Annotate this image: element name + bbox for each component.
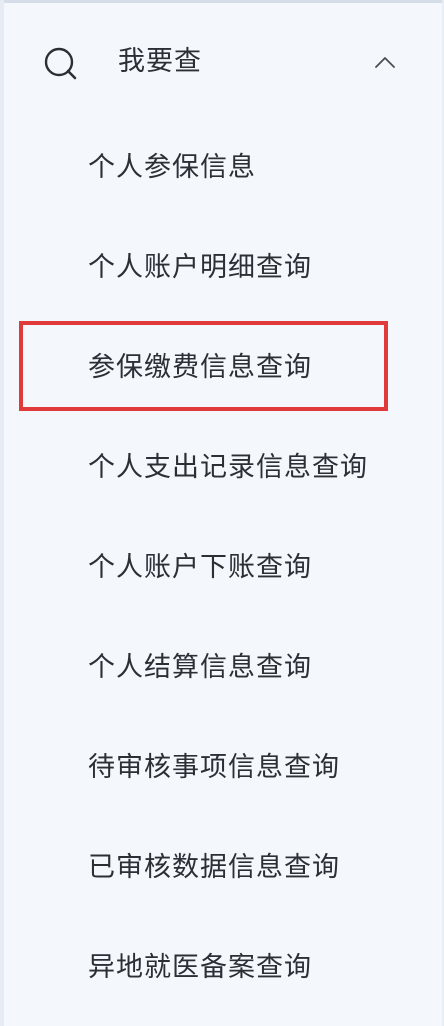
menu-item-settlement-info-query[interactable]: 个人结算信息查询	[0, 638, 444, 698]
chevron-up-icon[interactable]	[374, 55, 396, 69]
menu-item-label: 待审核事项信息查询	[88, 752, 340, 783]
menu-item-pending-review-query[interactable]: 待审核事项信息查询	[0, 738, 444, 798]
menu-item-label: 个人支出记录信息查询	[88, 452, 368, 483]
menu-item-label: 个人结算信息查询	[88, 652, 312, 683]
menu-item-remote-medical-filing-query[interactable]: 异地就医备案查询	[0, 938, 444, 998]
menu-item-label: 异地就医备案查询	[88, 952, 312, 983]
menu-item-reviewed-data-query[interactable]: 已审核数据信息查询	[0, 838, 444, 898]
highlight-annotation-box	[19, 321, 388, 411]
menu-item-label: 个人参保信息	[88, 152, 256, 183]
menu-item-personal-insurance-info[interactable]: 个人参保信息	[0, 138, 444, 198]
menu-item-account-posting-query[interactable]: 个人账户下账查询	[0, 538, 444, 598]
menu-item-expense-record-query[interactable]: 个人支出记录信息查询	[0, 438, 444, 498]
menu-item-label: 已审核数据信息查询	[88, 852, 340, 883]
menu-header-query[interactable]: 我要查	[0, 22, 444, 102]
menu-header-label: 我要查	[118, 46, 202, 77]
search-icon	[44, 47, 77, 80]
menu-item-label: 个人账户明细查询	[88, 252, 312, 283]
menu-item-account-detail-query[interactable]: 个人账户明细查询	[0, 238, 444, 298]
top-border	[0, 0, 444, 3]
menu-item-label: 个人账户下账查询	[88, 552, 312, 583]
